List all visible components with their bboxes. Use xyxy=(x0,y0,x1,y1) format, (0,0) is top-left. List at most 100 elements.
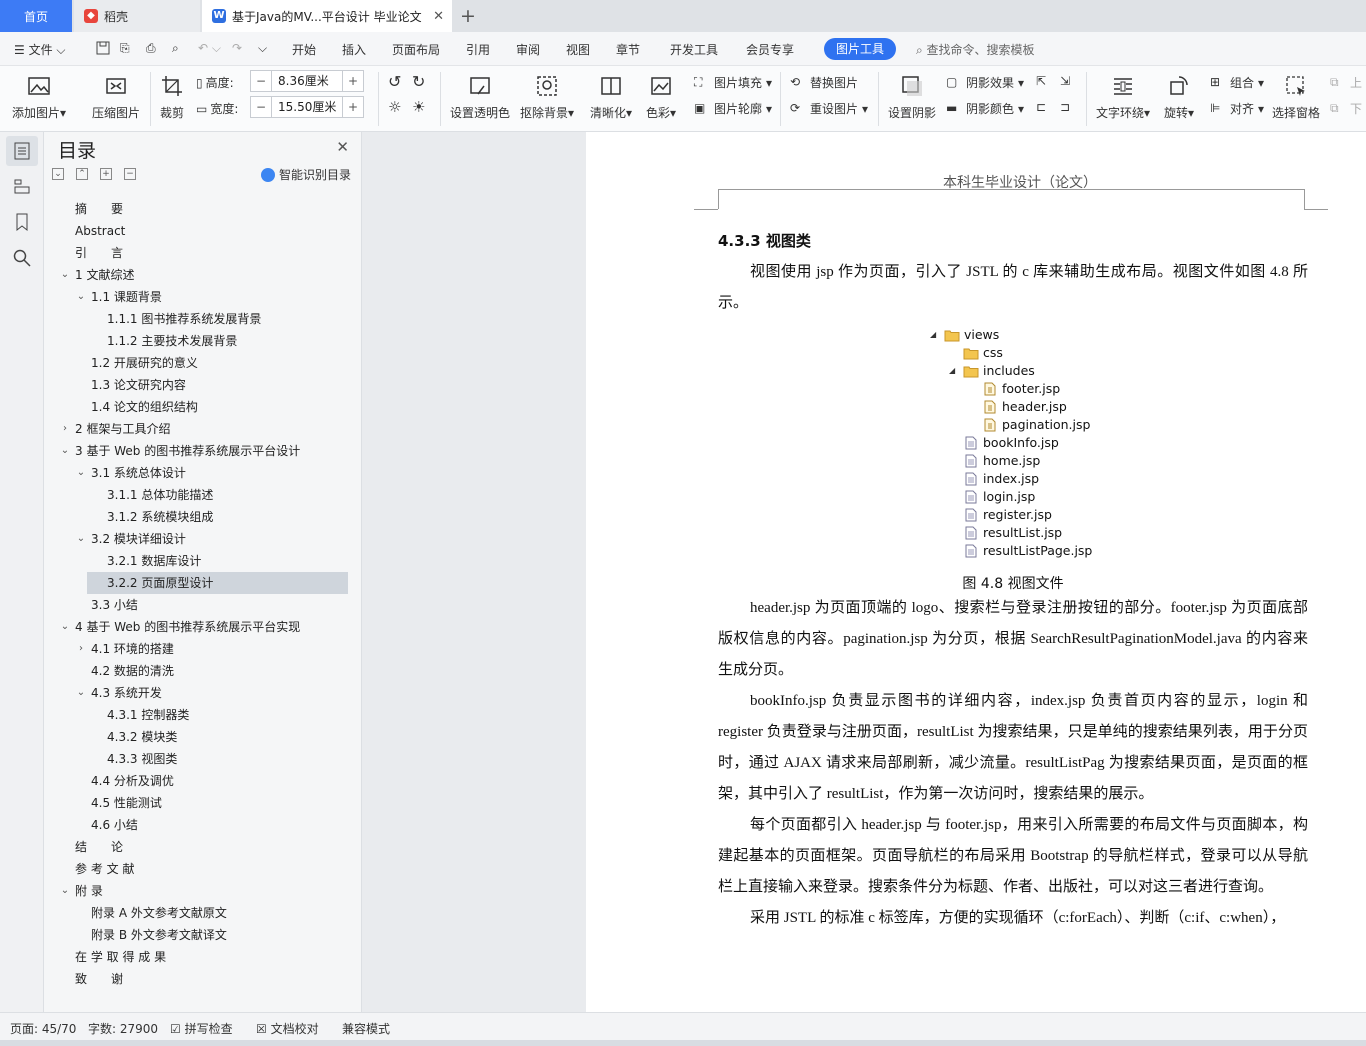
chevron-down-icon[interactable]: ⌄ xyxy=(60,880,70,902)
brightness-up-icon[interactable]: ☀ xyxy=(412,98,425,116)
height-stepper[interactable]: − 8.36厘米 + xyxy=(250,70,364,92)
toc-item[interactable]: 4.2 数据的清洗 xyxy=(44,660,362,682)
add-image-button[interactable]: 添加图片▾ xyxy=(12,74,66,121)
chevron-right-icon[interactable]: › xyxy=(60,418,70,440)
width-stepper[interactable]: − 15.50厘米 + xyxy=(250,96,364,118)
reset-image-button[interactable]: ⟳ 重设图片 ▾ xyxy=(790,100,868,117)
chevron-right-icon[interactable]: › xyxy=(76,638,86,660)
toc-item[interactable]: ⌄ 3.2 模块详细设计 xyxy=(44,528,362,550)
menu-insert[interactable]: 插入 xyxy=(342,41,366,58)
spell-check-button[interactable]: ☑ 拼写检查 xyxy=(170,1020,233,1037)
add-heading-icon[interactable]: + xyxy=(100,168,112,180)
rotate-right-icon[interactable]: ↻ xyxy=(412,72,425,91)
toc-item[interactable]: 3.3 小结 xyxy=(44,594,362,616)
toc-item[interactable]: 摘 要 xyxy=(44,198,362,220)
toc-item[interactable]: 4.3.1 控制器类 xyxy=(44,704,362,726)
toc-item[interactable]: 3.2.1 数据库设计 xyxy=(44,550,362,572)
rotate-left-icon[interactable]: ↺ xyxy=(388,72,401,91)
picture-outline-button[interactable]: ▣ 图片轮廓 ▾ xyxy=(694,100,772,117)
text-wrap-button[interactable]: 文字环绕▾ xyxy=(1096,74,1150,121)
toc-item[interactable]: 4.3.3 视图类 xyxy=(44,748,362,770)
send-backward-button[interactable]: ⧉ 下 xyxy=(1330,100,1362,117)
toc-item[interactable]: ⌄ 3.1 系统总体设计 xyxy=(44,462,362,484)
close-icon[interactable]: ✕ xyxy=(336,138,349,156)
nudge-down-icon[interactable]: ⇲ xyxy=(1060,74,1070,88)
set-transparent-button[interactable]: 设置透明色 xyxy=(450,74,510,121)
undo-icon[interactable]: ↶ ⌵ xyxy=(198,41,221,56)
expand-all-icon[interactable]: ⌃ xyxy=(76,168,88,180)
chevron-down-icon[interactable]: ⌄ xyxy=(60,616,70,638)
tab-daoke[interactable]: ◆ 稻壳 xyxy=(74,0,200,32)
collapse-all-icon[interactable]: ⌄ xyxy=(52,168,64,180)
height-decrease[interactable]: − xyxy=(251,74,271,88)
toc-item[interactable]: 3.2.2 页面原型设计 xyxy=(87,572,348,594)
toc-item[interactable]: 附录 B 外文参考文献译文 xyxy=(44,924,362,946)
chevron-down-icon[interactable]: ⌄ xyxy=(76,682,86,704)
toc-item[interactable]: › 4.1 环境的搭建 xyxy=(44,638,362,660)
toc-item[interactable]: › 2 框架与工具介绍 xyxy=(44,418,362,440)
figure-view-files[interactable]: 图 4.8 视图文件 ◢ views css ◢ includes footer.jsp h… xyxy=(718,323,1308,593)
nudge-up-icon[interactable]: ⇱ xyxy=(1036,74,1046,88)
chapter-nav-icon[interactable] xyxy=(12,176,32,196)
menu-membership[interactable]: 会员专享 xyxy=(746,41,794,58)
brightness-down-icon[interactable]: ☼ xyxy=(388,98,401,116)
toc-item[interactable]: 附录 A 外文参考文献原文 xyxy=(44,902,362,924)
toc-item[interactable]: 致 谢 xyxy=(44,968,362,990)
width-input[interactable]: 15.50厘米 xyxy=(271,97,343,117)
height-increase[interactable]: + xyxy=(343,74,363,88)
height-input[interactable]: 8.36厘米 xyxy=(271,71,343,91)
toc-item[interactable]: ⌄ 1 文献综述 xyxy=(44,264,362,286)
print-icon[interactable]: ⎙ xyxy=(146,41,156,56)
set-shadow-button[interactable]: 设置阴影 xyxy=(888,74,936,121)
crop-button[interactable]: 裁剪 xyxy=(160,74,184,121)
group-button[interactable]: ⊞ 组合 ▾ xyxy=(1210,74,1264,91)
chevron-down-icon[interactable]: ⌄ xyxy=(76,528,86,550)
print-preview-icon[interactable]: ⌕ xyxy=(172,41,179,56)
toc-item[interactable]: 1.2 开展研究的意义 xyxy=(44,352,362,374)
shadow-effect-button[interactable]: ▢ 阴影效果 ▾ xyxy=(946,74,1024,91)
menu-view[interactable]: 视图 xyxy=(566,41,590,58)
quick-access-chevron-icon[interactable]: ⌵ xyxy=(258,41,267,56)
redo-icon[interactable]: ↷ xyxy=(232,41,242,55)
chevron-down-icon[interactable]: ⌄ xyxy=(60,264,70,286)
save-icon[interactable] xyxy=(96,41,110,58)
page-count[interactable]: 页面: 45/70 xyxy=(10,1020,76,1037)
toc-item[interactable]: ⌄ 3 基于 Web 的图书推荐系统展示平台设计 xyxy=(44,440,362,462)
toc-item[interactable]: ⌄ 附 录 xyxy=(44,880,362,902)
toc-item[interactable]: 在 学 取 得 成 果 xyxy=(44,946,362,968)
new-tab-plus-icon[interactable]: + xyxy=(460,5,476,27)
toc-item[interactable]: 1.1.1 图书推荐系统发展背景 xyxy=(44,308,362,330)
toc-item[interactable]: 1.4 论文的组织结构 xyxy=(44,396,362,418)
remove-background-button[interactable]: 抠除背景▾ xyxy=(520,74,574,121)
compress-image-button[interactable]: 压缩图片 xyxy=(92,74,140,121)
toc-item[interactable]: ⌄ 4 基于 Web 的图书推荐系统展示平台实现 xyxy=(44,616,362,638)
document-page[interactable]: 本科生毕业设计（论文） 4.3.3 视图类 视图使用 jsp 作为页面，引入了 … xyxy=(586,132,1366,1012)
toc-item[interactable]: 4.4 分析及调优 xyxy=(44,770,362,792)
toc-item[interactable]: 参 考 文 献 xyxy=(44,858,362,880)
toc-item[interactable]: 3.1.2 系统模块组成 xyxy=(44,506,362,528)
chevron-down-icon[interactable]: ⌄ xyxy=(60,440,70,462)
toc-item[interactable]: 4.3.2 模块类 xyxy=(44,726,362,748)
chevron-down-icon[interactable]: ⌄ xyxy=(76,462,86,484)
nudge-left-icon[interactable]: ⊏ xyxy=(1036,100,1046,114)
replace-image-button[interactable]: ⟲ 替换图片 xyxy=(790,74,858,91)
word-count[interactable]: 字数: 27900 xyxy=(88,1020,158,1037)
rotate-button[interactable]: 旋转▾ xyxy=(1164,74,1194,121)
align-button[interactable]: ⊫ 对齐 ▾ xyxy=(1210,100,1264,117)
toc-item[interactable]: 1.3 论文研究内容 xyxy=(44,374,362,396)
menu-picture-tools[interactable]: 图片工具 xyxy=(824,38,896,60)
tab-document[interactable]: W 基于Java的MV...平台设计 毕业论文 ✕ xyxy=(202,0,452,32)
bookmark-icon[interactable] xyxy=(12,212,32,232)
width-increase[interactable]: + xyxy=(343,100,363,114)
selection-pane-button[interactable]: 选择窗格 xyxy=(1272,74,1320,121)
toc-item[interactable]: 1.1.2 主要技术发展背景 xyxy=(44,330,362,352)
command-search[interactable]: ⌕ 查找命令、搜索模板 xyxy=(916,41,1035,58)
smart-toc-button[interactable]: 智能识别目录 xyxy=(260,166,351,183)
picture-fill-button[interactable]: ⛶ 图片填充 ▾ xyxy=(694,74,772,91)
menu-chapter[interactable]: 章节 xyxy=(616,41,640,58)
menu-references[interactable]: 引用 xyxy=(466,41,490,58)
chevron-down-icon[interactable]: ⌄ xyxy=(76,286,86,308)
bring-forward-button[interactable]: ⧉ 上 xyxy=(1330,74,1362,91)
file-menu[interactable]: ☰ 文件 ⌵ xyxy=(14,41,66,58)
toc-item[interactable]: 3.1.1 总体功能描述 xyxy=(44,484,362,506)
